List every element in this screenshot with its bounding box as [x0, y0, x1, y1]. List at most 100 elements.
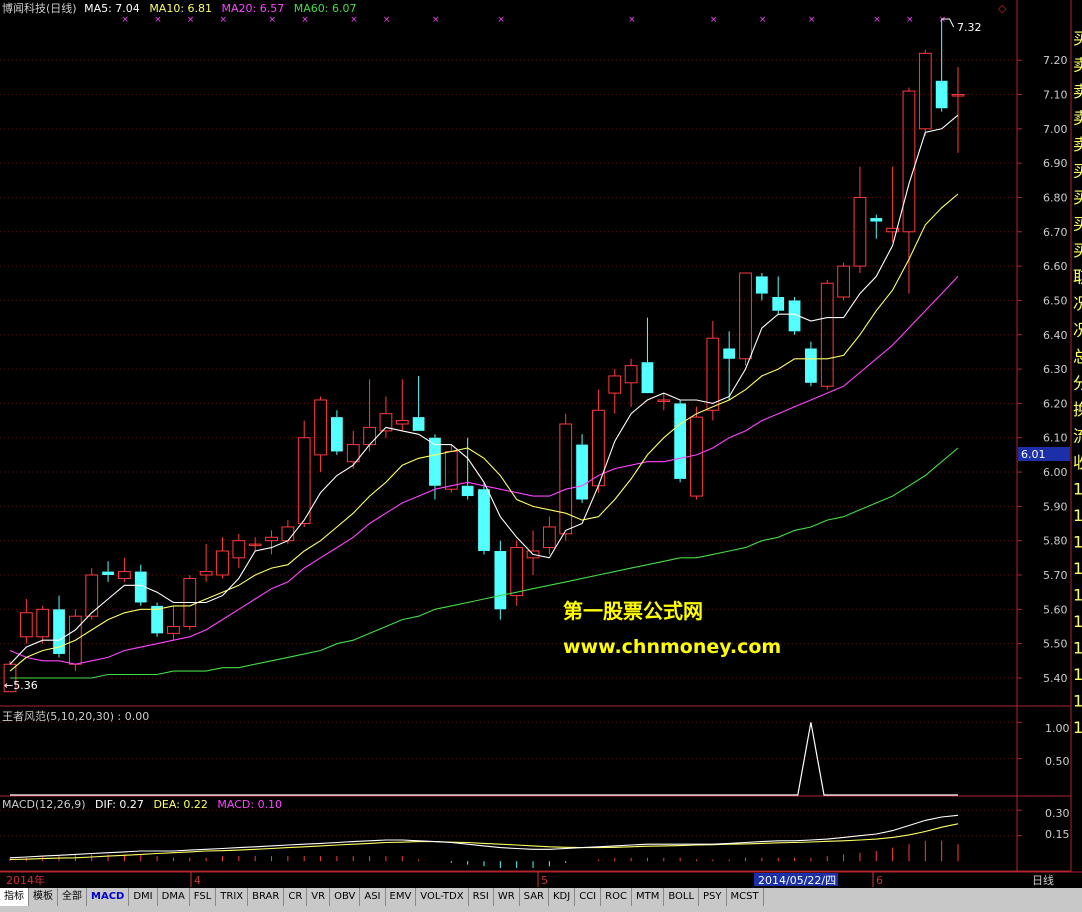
- right-info-label: 1: [1073, 586, 1082, 605]
- toolbar-tab-vr[interactable]: VR: [307, 888, 331, 906]
- right-info-label: 卖: [1073, 82, 1082, 101]
- price-tick-label: 7.10: [1043, 89, 1068, 102]
- price-tick-label: 5.70: [1043, 569, 1068, 582]
- high-price-label: 7.32: [957, 21, 982, 34]
- right-info-label: 买: [1073, 29, 1082, 48]
- right-info-label: 1: [1073, 665, 1082, 684]
- toolbar-tab-sar[interactable]: SAR: [520, 888, 549, 906]
- price-tick-label: 6.00: [1043, 466, 1068, 479]
- ma60-label: MA60: 6.07: [294, 2, 357, 15]
- ma10-label: MA10: 6.81: [149, 2, 212, 15]
- toolbar-tab--[interactable]: 全部: [58, 888, 87, 906]
- price-tick-label: 5.90: [1043, 500, 1068, 513]
- time-label-4: 4: [194, 874, 201, 887]
- right-info-label: 1: [1073, 612, 1082, 631]
- toolbar-tab-mtm[interactable]: MTM: [632, 888, 665, 906]
- toolbar-tab-wr[interactable]: WR: [494, 888, 520, 906]
- toolbar-tab-kdj[interactable]: KDJ: [549, 888, 576, 906]
- toolbar-tab-roc[interactable]: ROC: [601, 888, 632, 906]
- toolbar-tab-vol-tdx[interactable]: VOL-TDX: [416, 888, 469, 906]
- right-info-label: 流: [1073, 427, 1082, 446]
- diamond-icon[interactable]: ◇: [998, 2, 1007, 15]
- toolbar-tab--[interactable]: 模板: [29, 888, 58, 906]
- period-label: 日线: [1032, 873, 1054, 887]
- signal-panel-label: 王者风范(5,10,20,30) : 0.00: [2, 709, 149, 723]
- toolbar-tab-asi[interactable]: ASI: [360, 888, 386, 906]
- toolbar-tab-mcst[interactable]: MCST: [727, 888, 764, 906]
- candle: [478, 482, 490, 555]
- buy-marker: ×: [906, 15, 914, 25]
- right-info-label: 况: [1073, 294, 1082, 313]
- buy-marker: ×: [269, 15, 277, 25]
- buy-marker: ×: [154, 15, 162, 25]
- toolbar-tab-boll[interactable]: BOLL: [664, 888, 700, 906]
- right-info-label: 1: [1073, 480, 1082, 499]
- toolbar-tab-trix[interactable]: TRIX: [216, 888, 249, 906]
- right-info-label: 换: [1073, 400, 1082, 419]
- toolbar-tab-brar[interactable]: BRAR: [248, 888, 285, 906]
- right-info-column: 买卖卖卖卖买买买买取况况总分换流收1111111111: [1073, 29, 1082, 737]
- price-tick-label: 5.60: [1043, 603, 1068, 616]
- right-info-label: 1: [1073, 692, 1082, 711]
- signal-tick-2: 0.50: [1045, 755, 1070, 768]
- status-bar: [0, 906, 1082, 912]
- toolbar-tab-rsi[interactable]: RSI: [469, 888, 494, 906]
- toolbar-tab-macd[interactable]: MACD: [87, 888, 130, 906]
- price-tick-label: 6.30: [1043, 363, 1068, 376]
- buy-marker: ×: [759, 15, 767, 25]
- right-info-label: 1: [1073, 639, 1082, 658]
- toolbar-tab-psy[interactable]: PSY: [699, 888, 727, 906]
- right-info-label: 买: [1073, 215, 1082, 234]
- buy-marker: ×: [432, 15, 440, 25]
- watermark-url: www.chnmoney.com: [563, 636, 781, 658]
- right-info-label: 1: [1073, 559, 1082, 578]
- price-tick-label: 6.40: [1043, 329, 1068, 342]
- dif-label: DIF: 0.27: [95, 798, 144, 811]
- buy-marker: ×: [628, 15, 636, 25]
- price-tick-label: 7.00: [1043, 123, 1068, 136]
- stock-chart[interactable]: 5.40 5.50 5.60 5.70 5.80 5.90 6.00 6.10 6.20 6.30…: [0, 0, 1082, 888]
- toolbar-tab-cr[interactable]: CR: [284, 888, 308, 906]
- price-tick-label: 6.10: [1043, 432, 1068, 445]
- right-info-label: 1: [1073, 533, 1082, 552]
- right-info-label: 买: [1073, 188, 1082, 207]
- right-info-label: 1: [1073, 718, 1082, 737]
- right-info-label: 卖: [1073, 56, 1082, 75]
- svg-text:博闻科技(日线) MA5: 7.04 MA1: 博闻科技(日线) MA5: 7.04 MA10: 6.81 MA20: 6.57…: [2, 1, 356, 15]
- buy-marker: ×: [383, 15, 391, 25]
- buy-marker: ×: [873, 15, 881, 25]
- time-label-start: 2014年: [6, 873, 45, 887]
- time-label-5: 5: [541, 874, 548, 887]
- toolbar-tab-dma[interactable]: DMA: [158, 888, 190, 906]
- price-tick-label: 6.70: [1043, 226, 1068, 239]
- toolbar-tab-obv[interactable]: OBV: [330, 888, 361, 906]
- dea-label: DEA: 0.22: [153, 798, 207, 811]
- buy-marker: ×: [187, 15, 195, 25]
- indicator-toolbar: 指标 模板 全部 MACD DMI DMA FSL TRIX BRAR CR VR OBV ASI EMV…: [0, 888, 1082, 906]
- right-info-label: 买: [1073, 241, 1082, 260]
- price-tag: 6.01: [1021, 448, 1046, 461]
- stock-title: 博闻科技(日线): [2, 1, 77, 15]
- ma5-label: MA5: 7.04: [84, 2, 140, 15]
- macd-tick-2: 0.15: [1045, 828, 1070, 841]
- buy-marker: ×: [350, 15, 358, 25]
- toolbar-tab-fsl[interactable]: FSL: [190, 888, 217, 906]
- price-tick-label: 6.90: [1043, 157, 1068, 170]
- price-tick-label: 5.50: [1043, 638, 1068, 651]
- toolbar-tab-emv[interactable]: EMV: [386, 888, 417, 906]
- price-tick-label: 6.20: [1043, 397, 1068, 410]
- svg-text:MACD(12,26,9) DIF: 0.27: MACD(12,26,9) DIF: 0.27 DEA: 0.22 MACD: …: [2, 798, 282, 811]
- price-tick-label: 5.80: [1043, 535, 1068, 548]
- buy-marker: ×: [710, 15, 718, 25]
- toolbar-tab-cci[interactable]: CCI: [575, 888, 602, 906]
- buy-marker: ×: [497, 15, 505, 25]
- candle: [151, 602, 163, 637]
- macd-label: MACD(12,26,9): [2, 798, 86, 811]
- buy-marker: ×: [939, 15, 947, 25]
- right-info-label: 分: [1073, 374, 1082, 393]
- right-info-label: 卖: [1073, 135, 1082, 154]
- toolbar-tab--[interactable]: 指标: [0, 888, 29, 906]
- macd-value-label: MACD: 0.10: [217, 798, 282, 811]
- candle: [494, 540, 507, 620]
- toolbar-tab-dmi[interactable]: DMI: [129, 888, 158, 906]
